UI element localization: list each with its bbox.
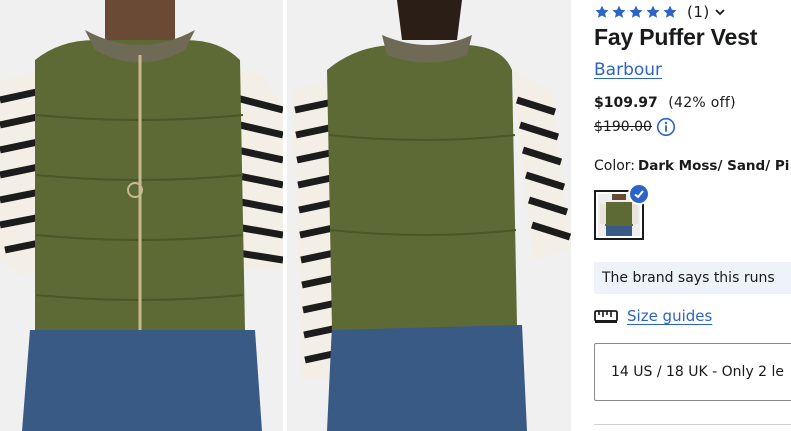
color-value: Dark Moss/ Sand/ Pi	[638, 158, 790, 174]
star-icon	[663, 5, 677, 18]
star-icon	[646, 5, 660, 18]
product-info-panel: (1) Fay Puffer Vest Barbour $109.97 (42%…	[594, 0, 791, 431]
rating-summary[interactable]: (1)	[594, 3, 726, 21]
ruler-icon	[594, 310, 618, 323]
original-price: $190.00	[594, 119, 652, 135]
chevron-down-icon[interactable]	[714, 6, 726, 18]
fit-note-banner: The brand says this runs	[594, 262, 791, 294]
product-image-front[interactable]	[0, 0, 283, 431]
sale-price: $109.97	[594, 95, 658, 111]
star-icon	[612, 5, 626, 18]
star-icon	[595, 5, 609, 18]
review-count: (1)	[687, 3, 710, 21]
product-image-back[interactable]	[287, 0, 571, 431]
original-price-row: $190.00	[594, 117, 676, 137]
star-rating	[594, 4, 678, 20]
discount-percent: (42% off)	[668, 95, 736, 111]
color-selection-label: Color: Dark Moss/ Sand/ Pi	[594, 158, 789, 174]
divider	[594, 424, 791, 425]
size-selector[interactable]: 14 US / 18 UK - Only 2 le	[594, 343, 791, 401]
size-guides-link[interactable]: Size guides	[594, 307, 712, 325]
price-row: $109.97 (42% off)	[594, 95, 736, 111]
info-icon[interactable]	[656, 117, 676, 137]
brand-link[interactable]: Barbour	[594, 60, 662, 80]
front-photo-illustration	[0, 0, 283, 431]
size-guides-label: Size guides	[627, 307, 713, 325]
color-label: Color:	[594, 158, 636, 174]
check-icon	[628, 183, 650, 205]
product-title: Fay Puffer Vest	[594, 24, 758, 50]
star-icon	[629, 5, 643, 18]
back-photo-illustration	[287, 0, 571, 431]
